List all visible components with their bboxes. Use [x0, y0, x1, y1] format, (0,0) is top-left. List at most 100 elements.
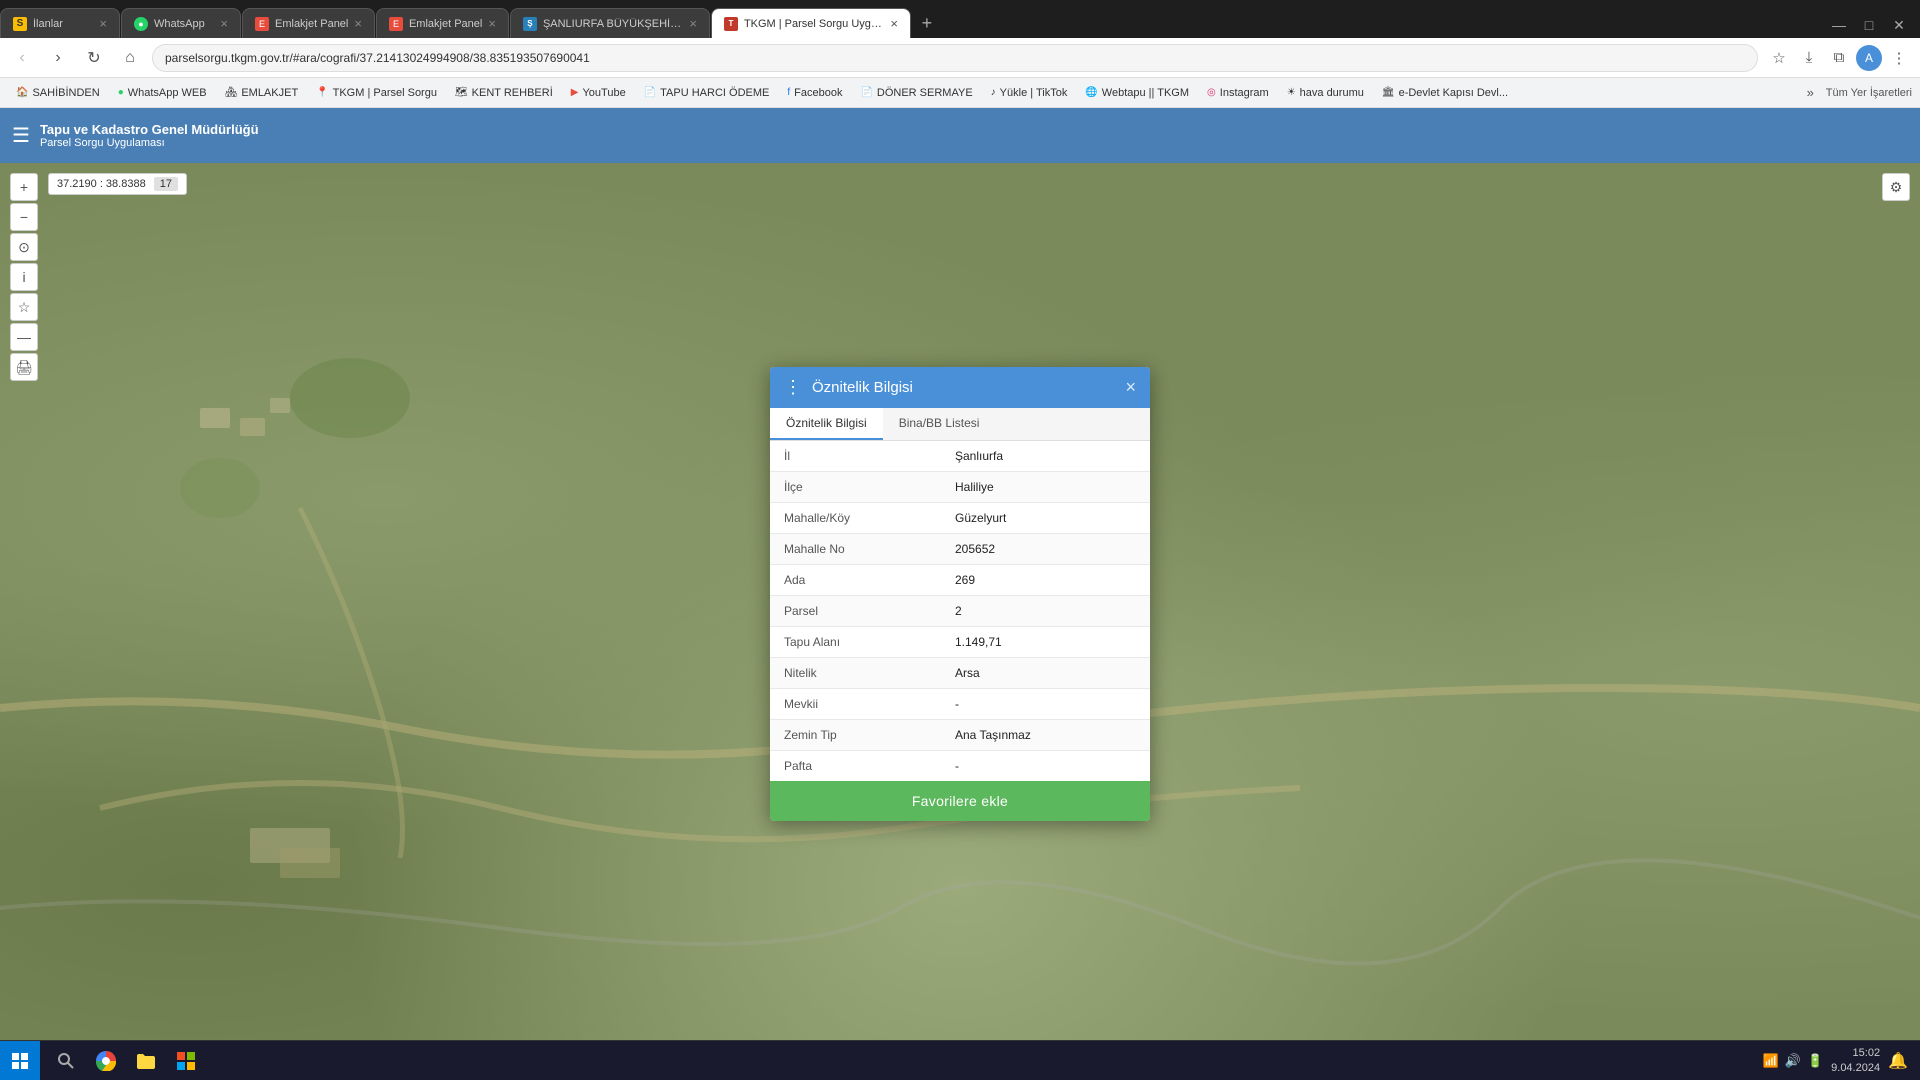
- taskbar: 📶 🔊 🔋 15:02 9.04.2024 🔔: [0, 1040, 1920, 1080]
- taskbar-apps: [40, 1043, 212, 1079]
- all-bookmarks-button[interactable]: Tüm Yer İşaretleri: [1826, 87, 1912, 99]
- profile-button[interactable]: A: [1856, 45, 1882, 71]
- bookmark-icon-emlakjet: 🏘: [225, 87, 238, 98]
- bookmark-star-button[interactable]: ☆: [1766, 45, 1792, 71]
- menu-button[interactable]: ⋮: [1886, 45, 1912, 71]
- tab-sanliurfa[interactable]: Ş ŞANLIURFA BÜYÜKŞEHİR BELE... ×: [510, 8, 710, 38]
- field-value-parsel: 2: [941, 596, 1150, 627]
- windows-icon: [12, 1053, 28, 1069]
- taskbar-chrome-button[interactable]: [88, 1043, 124, 1079]
- home-button[interactable]: ⌂: [116, 44, 144, 72]
- bookmark-tiktok[interactable]: ♪ Yükle | TikTok: [983, 81, 1076, 105]
- field-label-mevkii: Mevkii: [770, 689, 941, 720]
- tab-title-emlakjet2: Emlakjet Panel: [409, 18, 482, 30]
- bookmark-label-tkgm: TKGM | Parsel Sorgu: [333, 87, 437, 99]
- tab-title-emlakjet1: Emlakjet Panel: [275, 18, 348, 30]
- modal-overlay: ⋮ Öznitelik Bilgisi × Öznitelik Bilgisi …: [0, 108, 1920, 1080]
- tab-title-tkgm: TKGM | Parsel Sorgu Uygulama...: [744, 18, 884, 30]
- bookmark-edevlet[interactable]: 🏛 e-Devlet Kapısı Devl...: [1374, 81, 1516, 105]
- tab-emlakjet1[interactable]: E Emlakjet Panel ×: [242, 8, 375, 38]
- tab-bina[interactable]: Bina/BB Listesi: [883, 408, 996, 440]
- field-label-parsel: Parsel: [770, 596, 941, 627]
- bookmark-tapu[interactable]: 📄 TAPU HARCI ÖDEME: [636, 81, 778, 105]
- modal-dialog: ⋮ Öznitelik Bilgisi × Öznitelik Bilgisi …: [770, 367, 1150, 821]
- field-value-nitelik: Arsa: [941, 658, 1150, 689]
- bookmark-instagram[interactable]: ◎ Instagram: [1199, 81, 1277, 105]
- url-input[interactable]: parselsorgu.tkgm.gov.tr/#ara/cografi/37.…: [152, 44, 1758, 72]
- table-row: Zemin Tip Ana Taşınmaz: [770, 720, 1150, 751]
- field-label-mahalle: Mahalle/Köy: [770, 503, 941, 534]
- tab-close-emlakjet2[interactable]: ×: [488, 16, 496, 31]
- tab-close-tkgm[interactable]: ×: [890, 16, 898, 31]
- new-tab-button[interactable]: +: [912, 8, 942, 38]
- minimize-button[interactable]: —: [1826, 12, 1852, 38]
- notification-button[interactable]: 🔔: [1888, 1051, 1908, 1071]
- field-label-pafta: Pafta: [770, 751, 941, 782]
- table-row: Mahalle No 205652: [770, 534, 1150, 565]
- modal-close-button[interactable]: ×: [1125, 377, 1136, 398]
- bookmark-label-facebook: Facebook: [794, 87, 842, 99]
- field-value-mevkii: -: [941, 689, 1150, 720]
- bookmarks-bar: 🏠 SAHİBİNDEN ● WhatsApp WEB 🏘 EMLAKJET 📍…: [0, 78, 1920, 108]
- all-bookmarks-label: Tüm Yer İşaretleri: [1826, 87, 1912, 99]
- field-label-ada: Ada: [770, 565, 941, 596]
- bookmark-emlakjet[interactable]: 🏘 EMLAKJET: [217, 81, 307, 105]
- field-value-il: Şanlıurfa: [941, 441, 1150, 472]
- table-row: Nitelik Arsa: [770, 658, 1150, 689]
- tab-close-whatsapp[interactable]: ×: [220, 16, 228, 31]
- bookmark-doner[interactable]: 📄 DÖNER SERMAYE: [852, 81, 980, 105]
- table-row: İl Şanlıurfa: [770, 441, 1150, 472]
- bookmark-icon-doner: 📄: [860, 87, 872, 98]
- bookmark-label-emlakjet: EMLAKJET: [241, 87, 298, 99]
- tab-tkgm[interactable]: T TKGM | Parsel Sorgu Uygulama... ×: [711, 8, 911, 38]
- favorites-button[interactable]: Favorilere ekle: [770, 781, 1150, 821]
- start-button[interactable]: [0, 1041, 40, 1080]
- bookmark-icon-tiktok: ♪: [991, 87, 996, 98]
- bookmark-tkgm[interactable]: 📍 TKGM | Parsel Sorgu: [308, 81, 445, 105]
- bookmark-icon-edevlet: 🏛: [1382, 87, 1395, 98]
- field-label-il: İl: [770, 441, 941, 472]
- tab-close-emlakjet1[interactable]: ×: [354, 16, 362, 31]
- bookmarks-more-button[interactable]: »: [1801, 83, 1820, 102]
- close-window-button[interactable]: ✕: [1886, 12, 1912, 38]
- extensions-button[interactable]: ⧉: [1826, 45, 1852, 71]
- bookmark-hava[interactable]: ☀ hava durumu: [1279, 81, 1372, 105]
- bookmark-label-webtapu: Webtapu || TKGM: [1102, 87, 1189, 99]
- field-value-ada: 269: [941, 565, 1150, 596]
- tab-oznitelik[interactable]: Öznitelik Bilgisi: [770, 408, 883, 440]
- bookmark-icon-instagram: ◎: [1207, 87, 1216, 98]
- maximize-button[interactable]: □: [1856, 12, 1882, 38]
- modal-menu-icon[interactable]: ⋮: [784, 377, 802, 398]
- tab-ilanlar[interactable]: S İlanlar ×: [0, 8, 120, 38]
- bookmark-youtube[interactable]: ▶ YouTube: [563, 81, 634, 105]
- tab-whatsapp[interactable]: ● WhatsApp ×: [121, 8, 241, 38]
- bookmark-whatsapp[interactable]: ● WhatsApp WEB: [110, 81, 215, 105]
- forward-button[interactable]: ›: [44, 44, 72, 72]
- tab-favicon-sanliurfa: Ş: [523, 17, 537, 31]
- taskbar-files-button[interactable]: [128, 1043, 164, 1079]
- tab-favicon-whatsapp: ●: [134, 17, 148, 31]
- bookmark-sahibinden[interactable]: 🏠 SAHİBİNDEN: [8, 81, 108, 105]
- back-button[interactable]: ‹: [8, 44, 36, 72]
- tab-emlakjet2[interactable]: E Emlakjet Panel ×: [376, 8, 509, 38]
- tab-close-ilanlar[interactable]: ×: [99, 16, 107, 31]
- modal-title: Öznitelik Bilgisi: [812, 379, 913, 396]
- table-row: Tapu Alanı 1.149,71: [770, 627, 1150, 658]
- bookmark-icon-tkgm: 📍: [316, 87, 328, 98]
- map-area[interactable]: ☰ Tapu ve Kadastro Genel Müdürlüğü Parse…: [0, 108, 1920, 1080]
- download-button[interactable]: ⤓: [1796, 45, 1822, 71]
- bookmark-webtapu[interactable]: 🌐 Webtapu || TKGM: [1077, 81, 1197, 105]
- tab-close-sanliurfa[interactable]: ×: [689, 16, 697, 31]
- taskbar-app4-button[interactable]: [168, 1043, 204, 1079]
- bookmark-label-whatsapp: WhatsApp WEB: [128, 87, 207, 99]
- field-value-mahalle: Güzelyurt: [941, 503, 1150, 534]
- modal-tabs: Öznitelik Bilgisi Bina/BB Listesi: [770, 408, 1150, 441]
- field-value-pafta: -: [941, 751, 1150, 782]
- bookmark-kent[interactable]: 🗺 KENT REHBERİ: [447, 81, 561, 105]
- bookmark-label-edevlet: e-Devlet Kapısı Devl...: [1399, 87, 1508, 99]
- bookmark-facebook[interactable]: f Facebook: [779, 81, 850, 105]
- taskbar-search-button[interactable]: [48, 1043, 84, 1079]
- reload-button[interactable]: ↻: [80, 44, 108, 72]
- bookmark-icon-kent: 🗺: [455, 87, 468, 98]
- bookmark-label-kent: KENT REHBERİ: [472, 87, 553, 99]
